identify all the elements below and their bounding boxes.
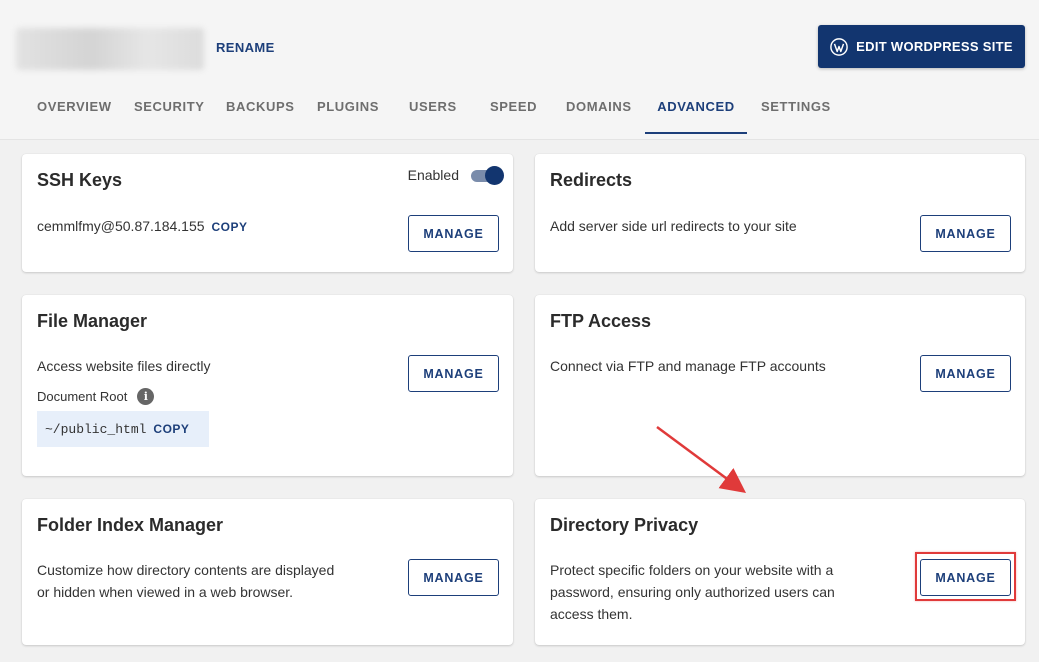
ftp-access-title: FTP Access [550,311,652,331]
ssh-enabled-toggle[interactable] [471,166,505,185]
ftp-access-card: FTP Access Connect via FTP and manage FT… [535,295,1025,476]
tab-backups[interactable]: BACKUPS [226,88,294,134]
file-manager-manage-button[interactable]: MANAGE [408,355,499,392]
ssh-toggle-label: Enabled [407,167,459,183]
directory-privacy-title: Directory Privacy [550,515,699,535]
folder-index-description: Customize how directory contents are dis… [37,559,334,603]
tab-bar: OVERVIEW SECURITY BACKUPS PLUGINS USERS … [0,88,1039,134]
directory-privacy-description: Protect specific folders on your website… [550,559,835,625]
tab-security[interactable]: SECURITY [134,88,205,134]
wordpress-icon [830,37,848,56]
ssh-toggle-group: Enabled [407,166,505,185]
tab-advanced[interactable]: ADVANCED [645,88,747,134]
rename-link[interactable]: RENAME [216,40,275,55]
folder-index-description-line: or hidden when viewed in a web browser. [37,584,294,600]
ssh-keys-card: SSH Keys Enabled cemmlfmy@50.87.184.155 C… [22,154,513,272]
document-root-copy-link[interactable]: COPY [153,422,189,436]
tab-domains[interactable]: DOMAINS [566,88,632,134]
folder-index-title: Folder Index Manager [37,515,224,535]
folder-index-manager-card: Folder Index Manager Customize how direc… [22,499,513,645]
file-manager-card: File Manager Access website files direct… [22,295,513,476]
folder-index-manage-button[interactable]: MANAGE [408,559,499,596]
redirects-description: Add server side url redirects to your si… [550,218,797,234]
edit-wordpress-site-label: EDIT WORDPRESS SITE [856,39,1013,54]
folder-index-description-line: Customize how directory contents are dis… [37,562,335,578]
ssh-connection-string: cemmlfmy@50.87.184.155 COPY [37,215,248,238]
tab-speed[interactable]: SPEED [490,88,537,134]
file-manager-title: File Manager [37,311,148,331]
site-name-redacted [16,28,204,70]
edit-wordpress-site-button[interactable]: EDIT WORDPRESS SITE [818,25,1025,68]
tab-overview[interactable]: OVERVIEW [37,88,112,134]
directory-privacy-manage-button[interactable]: MANAGE [920,559,1011,596]
ftp-access-description: Connect via FTP and manage FTP accounts [550,358,826,374]
ftp-manage-button[interactable]: MANAGE [920,355,1011,392]
tab-users[interactable]: USERS [409,88,457,134]
directory-privacy-description-line: password, ensuring only authorized users… [550,584,835,600]
redirects-card: Redirects Add server side url redirects … [535,154,1025,272]
redirects-manage-button[interactable]: MANAGE [920,215,1011,252]
document-root-path-box: ~/public_html COPY [37,411,209,447]
ssh-manage-button[interactable]: MANAGE [408,215,499,252]
info-icon[interactable]: i [137,388,155,405]
document-root-label: Document Root [37,389,128,404]
document-root-path: ~/public_html [45,421,147,437]
file-manager-description: Access website files directly [37,358,211,374]
directory-privacy-description-line: Protect specific folders on your website… [550,562,834,578]
tab-plugins[interactable]: PLUGINS [317,88,379,134]
ssh-keys-title: SSH Keys [37,170,123,190]
redirects-title: Redirects [550,170,633,190]
ssh-copy-link[interactable]: COPY [212,220,248,234]
document-root-label-row: Document Root i [37,388,155,405]
directory-privacy-card: Directory Privacy Protect specific folde… [535,499,1025,645]
site-header: RENAME EDIT WORDPRESS SITE OVERVIEW SECU… [0,0,1039,140]
directory-privacy-description-line: access them. [550,606,633,622]
ssh-user-host: cemmlfmy@50.87.184.155 [37,218,205,234]
tab-settings[interactable]: SETTINGS [761,88,831,134]
